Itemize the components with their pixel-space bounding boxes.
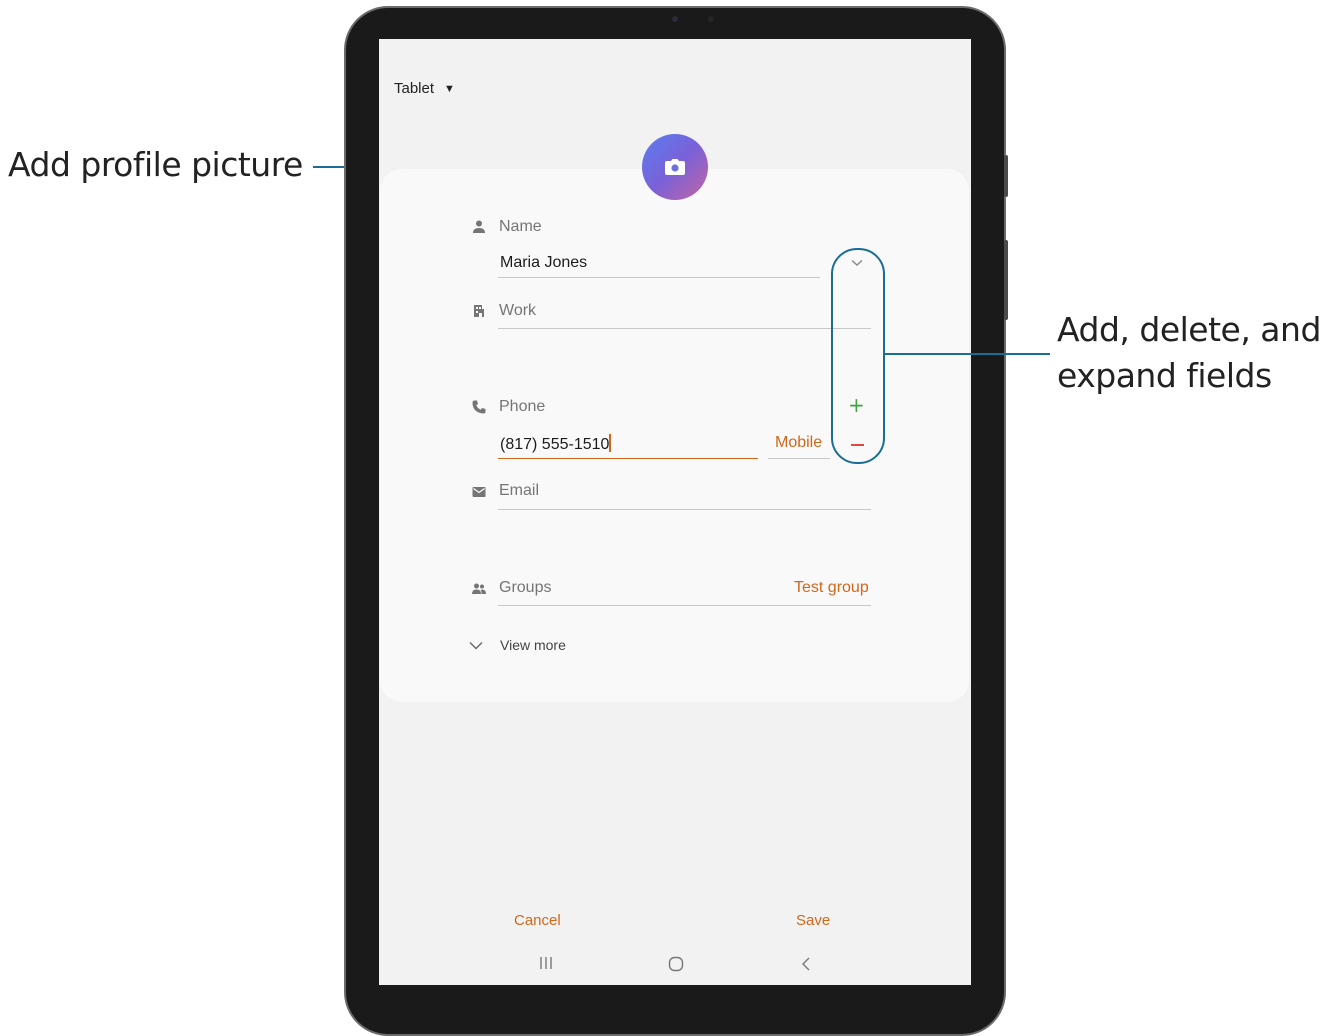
callout-add-profile-picture: Add profile picture: [8, 145, 303, 184]
account-selector-label: Tablet: [394, 80, 435, 97]
screen: Tablet ▼ Name Maria Jones Work Phone (81…: [379, 39, 971, 985]
callout-fields-line2: expand fields: [1057, 356, 1272, 395]
add-profile-picture-button[interactable]: [642, 134, 708, 200]
phone-type-selector[interactable]: Mobile: [775, 434, 822, 452]
front-sensor: [708, 16, 714, 22]
home-icon[interactable]: [668, 956, 684, 977]
recents-icon[interactable]: [539, 956, 553, 975]
view-more-label: View more: [500, 637, 566, 653]
phone-value: (817) 555-1510: [500, 436, 610, 453]
callout-add-delete-expand: Add, delete, and expand fields: [1057, 307, 1321, 399]
work-input[interactable]: Work: [499, 302, 536, 320]
dropdown-caret-icon: ▼: [444, 82, 455, 95]
phone-input[interactable]: (817) 555-1510: [500, 434, 611, 454]
camera-icon: [665, 159, 685, 175]
phone-underline: [498, 458, 758, 459]
groups-label: Groups: [499, 579, 552, 596]
name-underline: [498, 277, 820, 278]
front-camera: [672, 16, 678, 22]
groups-underline: [498, 605, 871, 606]
callout-line-fields: [884, 353, 1050, 355]
chevron-down-icon: [469, 641, 483, 649]
name-input[interactable]: Maria Jones: [500, 254, 820, 272]
work-underline: [498, 328, 871, 329]
tablet-volume-button: [1004, 240, 1008, 320]
callout-bracket-fields: [831, 248, 885, 464]
cancel-button[interactable]: Cancel: [514, 912, 561, 929]
phone-type-underline: [768, 458, 830, 459]
envelope-icon: [472, 487, 486, 497]
back-icon[interactable]: [801, 957, 811, 976]
name-label: Name: [499, 218, 542, 235]
people-icon: [472, 583, 486, 594]
person-icon: [473, 220, 485, 233]
text-cursor: [609, 434, 611, 452]
phone-label: Phone: [499, 398, 546, 415]
phone-icon: [472, 400, 486, 414]
callout-fields-line1: Add, delete, and: [1057, 310, 1321, 349]
email-underline: [498, 509, 871, 510]
account-selector[interactable]: Tablet ▼: [394, 80, 455, 97]
save-button[interactable]: Save: [796, 912, 830, 929]
groups-value[interactable]: Test group: [794, 579, 869, 597]
view-more-button[interactable]: View more: [469, 637, 566, 653]
tablet-power-button: [1004, 155, 1008, 197]
building-icon: [474, 305, 484, 317]
email-input[interactable]: Email: [499, 482, 539, 500]
